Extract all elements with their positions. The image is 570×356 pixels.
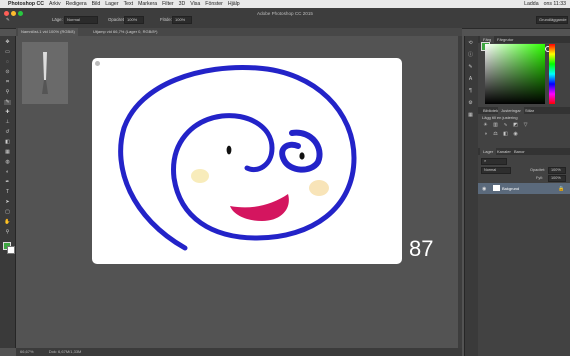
fill-label: Fyll: [536,176,543,180]
brush-panel-icon[interactable]: ✎ [467,64,474,70]
zoom-level[interactable]: 66,67% [20,349,34,354]
bw-adjust-icon[interactable]: ◧ [502,131,509,137]
menu-bild[interactable]: Bild [92,0,101,8]
opacity-input[interactable]: 100% [124,16,144,24]
history-panel-icon[interactable]: ⟲ [467,40,474,46]
tab-paths[interactable]: Banor [511,148,528,155]
vibrance-adjust-icon[interactable]: ▽ [522,122,529,128]
levels-adjust-icon[interactable]: ▥ [492,122,499,128]
blend-mode-select[interactable]: Normal [481,167,511,174]
layer-opacity-input[interactable]: 100% [548,167,566,174]
brightness-adjust-icon[interactable]: ☀ [482,122,489,128]
brush-preset-icon[interactable]: ✎ [6,17,10,23]
dodge-tool-icon[interactable]: ◐ [4,170,11,175]
character-panel-icon[interactable]: A [467,76,474,82]
adjust-label: Lägg till en justering [482,115,518,120]
type-tool-icon[interactable]: T [4,190,11,195]
brush-tool-icon[interactable]: ✎ [4,100,11,105]
brush-tip-icon [42,52,48,94]
blur-tool-icon[interactable]: ◍ [4,160,11,165]
eraser-tool-icon[interactable]: ◧ [4,140,11,145]
brush-preview-thumbnail [22,42,68,104]
balance-adjust-icon[interactable]: ⚖ [492,131,499,137]
properties-panel-icon[interactable]: ⚙ [467,100,474,106]
curves-adjust-icon[interactable]: ∿ [502,122,509,128]
menu-fonster[interactable]: Fönster [205,0,223,8]
stamp-tool-icon[interactable]: ⊥ [4,120,11,125]
menu-3d[interactable]: 3D [179,0,186,8]
paragraph-panel-icon[interactable]: ¶ [467,88,474,94]
mode-label: Läge: [52,17,63,22]
user-menu[interactable]: Ladda [524,0,538,8]
zoom-tool-icon[interactable]: ⚲ [4,230,11,235]
lock-icon: 🔒 [558,186,565,192]
smiley-drawing [118,64,357,251]
status-bar: 66,67% Dok: 6,67M/1,33M [16,348,462,356]
swatch-panel-icon[interactable]: ▦ [467,112,474,118]
app-menu[interactable]: Photoshop CC [8,0,44,8]
move-tool-icon[interactable]: ✥ [4,40,11,45]
layer-filter-select[interactable]: ⌕ [481,158,507,165]
hue-adjust-icon[interactable]: ◑ [482,131,489,137]
mode-select[interactable]: Normal [64,16,98,24]
photo-filter-icon[interactable]: ◉ [512,131,519,137]
background-color-swatch[interactable] [7,246,15,254]
hand-tool-icon[interactable]: ✋ [4,220,11,225]
visibility-eye-icon[interactable]: ◉ [482,186,486,192]
flow-input[interactable]: 100% [172,16,192,24]
flow-label: Flöde: [160,17,172,22]
shape-tool-icon[interactable]: ▢ [4,210,11,215]
tab-styles[interactable]: Stilar [522,107,537,114]
fill-input[interactable]: 100% [548,175,566,182]
doc-size: Dok: 6,67M/1,33M [48,349,82,354]
slide-badge-icon [95,61,100,66]
pen-tool-icon[interactable]: ✒ [4,180,11,185]
tab-doc-2[interactable]: Utjamp vid 66,7% (Lager 0, RGB/8*) [90,28,160,36]
info-panel-icon[interactable]: ⓘ [467,52,474,58]
drawing-canvas[interactable] [92,58,402,264]
vertical-scrollbar[interactable] [458,36,462,348]
lasso-tool-icon[interactable]: ◌ [4,60,11,65]
path-select-icon[interactable]: ➤ [4,200,11,205]
menu-markera[interactable]: Markera [138,0,157,8]
color-field[interactable] [485,44,545,104]
workspace-select[interactable]: Grundläggande [536,16,568,24]
layer-thumbnail [493,185,500,191]
layer-row[interactable] [478,183,570,194]
menu-lager[interactable]: Lager [105,0,118,8]
opacity-label: Opacitet: [108,17,126,22]
menu-redigera[interactable]: Redigera [66,0,87,8]
slide-number: 87 [409,236,434,261]
eyedropper-tool-icon[interactable]: ⚲ [4,90,11,95]
mac-menubar: Photoshop CC Arkiv Redigera Bild Lager T… [0,0,570,8]
tab-swatches[interactable]: Färgrutor [494,36,516,43]
healing-tool-icon[interactable]: ✚ [4,110,11,115]
document-tabs [16,28,462,36]
tab-doc-1[interactable]: Namnlöst-1 vid 100% (RGB/8) [18,28,78,36]
menu-visa[interactable]: Visa [190,0,200,8]
marquee-tool-icon[interactable]: ▭ [4,50,11,55]
clock: ons 11:33 [543,1,566,7]
tab-adjustments[interactable]: Justeringar [498,107,524,114]
hue-slider[interactable] [549,44,555,104]
menu-filter[interactable]: Filter [162,0,174,8]
panel-icon-column [464,36,478,356]
menu-arkiv[interactable]: Arkiv [49,0,61,8]
crop-tool-icon[interactable]: ⌗ [4,80,11,85]
history-brush-icon[interactable]: ↺ [4,130,11,135]
layer-opacity-label: Opacitet: [530,168,546,172]
menu-hjalp[interactable]: Hjälp [228,0,240,8]
layer-name[interactable]: Bakgrund [502,186,519,191]
menu-text[interactable]: Text [124,0,134,8]
gradient-tool-icon[interactable]: ▦ [4,150,11,155]
exposure-adjust-icon[interactable]: ◩ [512,122,519,128]
quick-select-tool-icon[interactable]: ⊙ [4,70,11,75]
